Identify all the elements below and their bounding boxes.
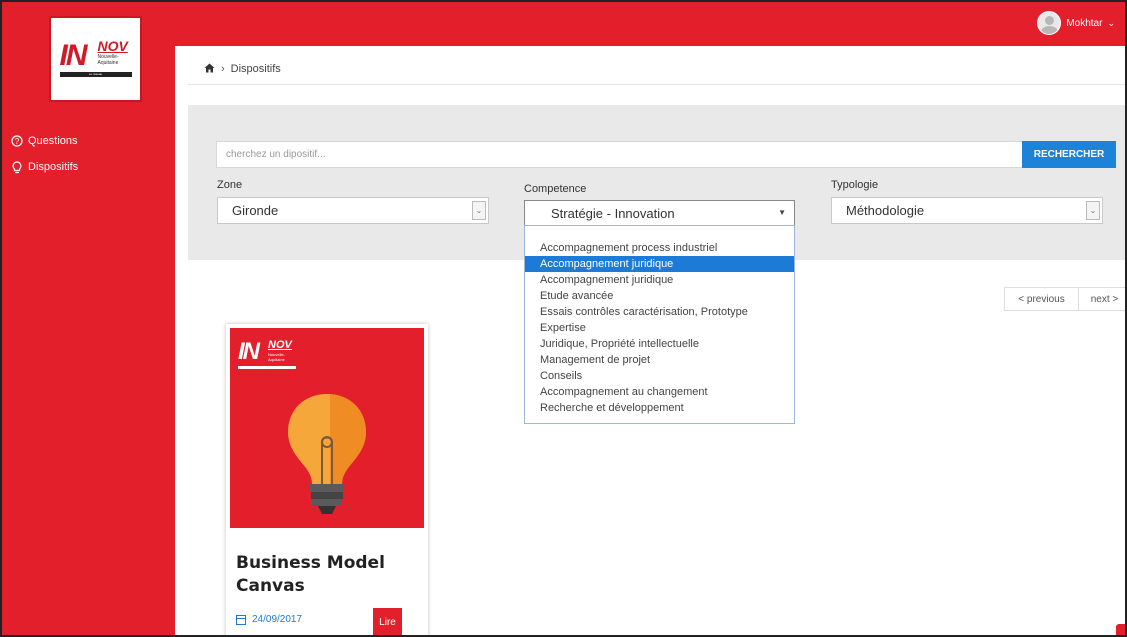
brand-logo[interactable]: IN NOV Nouvelle-Aquitaine Le réseau bbox=[49, 16, 142, 102]
chevron-down-icon: ⌄ bbox=[1086, 201, 1100, 220]
dropdown-option[interactable]: Accompagnement process industriel bbox=[525, 240, 794, 256]
chat-button[interactable] bbox=[1116, 624, 1125, 635]
caret-down-icon: ▼ bbox=[778, 208, 786, 217]
question-circle-icon: ? bbox=[10, 134, 24, 148]
competence-select-value: Stratégie - Innovation bbox=[551, 206, 675, 221]
competence-select[interactable]: Stratégie - Innovation ▼ bbox=[524, 200, 795, 227]
typologie-select[interactable]: Méthodologie ⌄ bbox=[831, 197, 1103, 224]
breadcrumb-separator-icon: › bbox=[221, 63, 225, 75]
card-logo-sub: Nouvelle-Aquitaine bbox=[268, 352, 285, 362]
logo-sup-text: NOV bbox=[97, 38, 128, 54]
typologie-label: Typologie bbox=[831, 179, 879, 191]
zone-label: Zone bbox=[217, 179, 243, 191]
search-button[interactable]: RECHERCHER bbox=[1022, 141, 1116, 168]
dropdown-option[interactable]: Expertise bbox=[525, 320, 794, 336]
card-logo-main: IN bbox=[238, 338, 260, 365]
logo-sub-text: Nouvelle-Aquitaine bbox=[97, 54, 119, 66]
home-icon[interactable] bbox=[204, 62, 215, 76]
dropdown-option[interactable]: Recherche et développement bbox=[525, 400, 794, 416]
competence-dropdown-list: Accompagnement process industriel Accomp… bbox=[524, 225, 795, 424]
logo-bar: Le réseau bbox=[59, 72, 132, 77]
read-button[interactable]: Lire bbox=[373, 608, 402, 635]
sidebar-item-label: Questions bbox=[28, 135, 78, 147]
dropdown-option[interactable]: Accompagnement juridique bbox=[525, 272, 794, 288]
dropdown-option[interactable]: Management de projet bbox=[525, 352, 794, 368]
svg-text:?: ? bbox=[15, 137, 20, 146]
top-bar: Mokhtar ⌄ bbox=[175, 2, 1125, 46]
typologie-select-value: Méthodologie bbox=[846, 203, 925, 218]
card-date: 24/09/2017 bbox=[236, 614, 302, 625]
calendar-icon bbox=[236, 614, 246, 625]
sidebar-item-questions[interactable]: ? Questions bbox=[10, 128, 78, 154]
lightbulb-icon bbox=[10, 160, 24, 174]
logo-main-text: IN bbox=[59, 39, 88, 72]
dropdown-option[interactable]: Juridique, Propriété intellectuelle bbox=[525, 336, 794, 352]
avatar bbox=[1037, 11, 1062, 35]
breadcrumb-current: Dispositifs bbox=[230, 63, 281, 75]
logo-mark: IN NOV Nouvelle-Aquitaine Le réseau bbox=[59, 38, 132, 79]
breadcrumb: › Dispositifs bbox=[188, 54, 1125, 85]
chevron-down-icon: ⌄ bbox=[1107, 17, 1115, 28]
card-image: IN NOV Nouvelle-Aquitaine bbox=[230, 328, 424, 528]
chevron-down-icon: ⌄ bbox=[472, 201, 486, 220]
dropdown-option-highlighted[interactable]: Accompagnement juridique bbox=[525, 256, 794, 272]
sidebar-item-dispositifs[interactable]: Dispositifs bbox=[10, 154, 78, 180]
dropdown-option[interactable]: Etude avancée bbox=[525, 288, 794, 304]
dropdown-option[interactable]: Conseils bbox=[525, 368, 794, 384]
lightbulb-icon bbox=[288, 394, 366, 514]
card-date-text: 24/09/2017 bbox=[252, 614, 303, 625]
app-window: IN NOV Nouvelle-Aquitaine Le réseau ? Qu… bbox=[0, 0, 1127, 637]
dropdown-option[interactable]: Accompagnement au changement bbox=[525, 384, 794, 400]
pagination: < previous next > bbox=[1004, 287, 1125, 311]
dispositif-card[interactable]: IN NOV Nouvelle-Aquitaine Business Model… bbox=[226, 324, 428, 635]
sidebar-item-label: Dispositifs bbox=[28, 161, 79, 173]
user-name: Mokhtar bbox=[1066, 17, 1103, 29]
competence-label: Competence bbox=[524, 183, 587, 195]
card-logo-bar bbox=[238, 366, 296, 369]
user-menu[interactable]: Mokhtar ⌄ bbox=[1037, 11, 1115, 35]
card-title[interactable]: Business Model Canvas bbox=[236, 552, 421, 598]
sidebar: IN NOV Nouvelle-Aquitaine Le réseau ? Qu… bbox=[2, 2, 175, 635]
card-logo-sup: NOV bbox=[268, 339, 292, 351]
card-logo: IN NOV Nouvelle-Aquitaine bbox=[238, 338, 296, 369]
zone-select[interactable]: Gironde ⌄ bbox=[217, 197, 489, 224]
search-input[interactable]: cherchez un dipositif... bbox=[216, 141, 1022, 168]
zone-select-value: Gironde bbox=[232, 203, 279, 218]
logo-bar-text: Le réseau bbox=[88, 72, 103, 76]
dropdown-option[interactable]: Essais contrôles caractérisation, Protot… bbox=[525, 304, 794, 320]
sidebar-nav: ? Questions Dispositifs bbox=[10, 128, 78, 180]
previous-button[interactable]: < previous bbox=[1004, 287, 1079, 311]
next-button[interactable]: next > bbox=[1079, 287, 1125, 311]
search-placeholder: cherchez un dipositif... bbox=[226, 149, 326, 160]
